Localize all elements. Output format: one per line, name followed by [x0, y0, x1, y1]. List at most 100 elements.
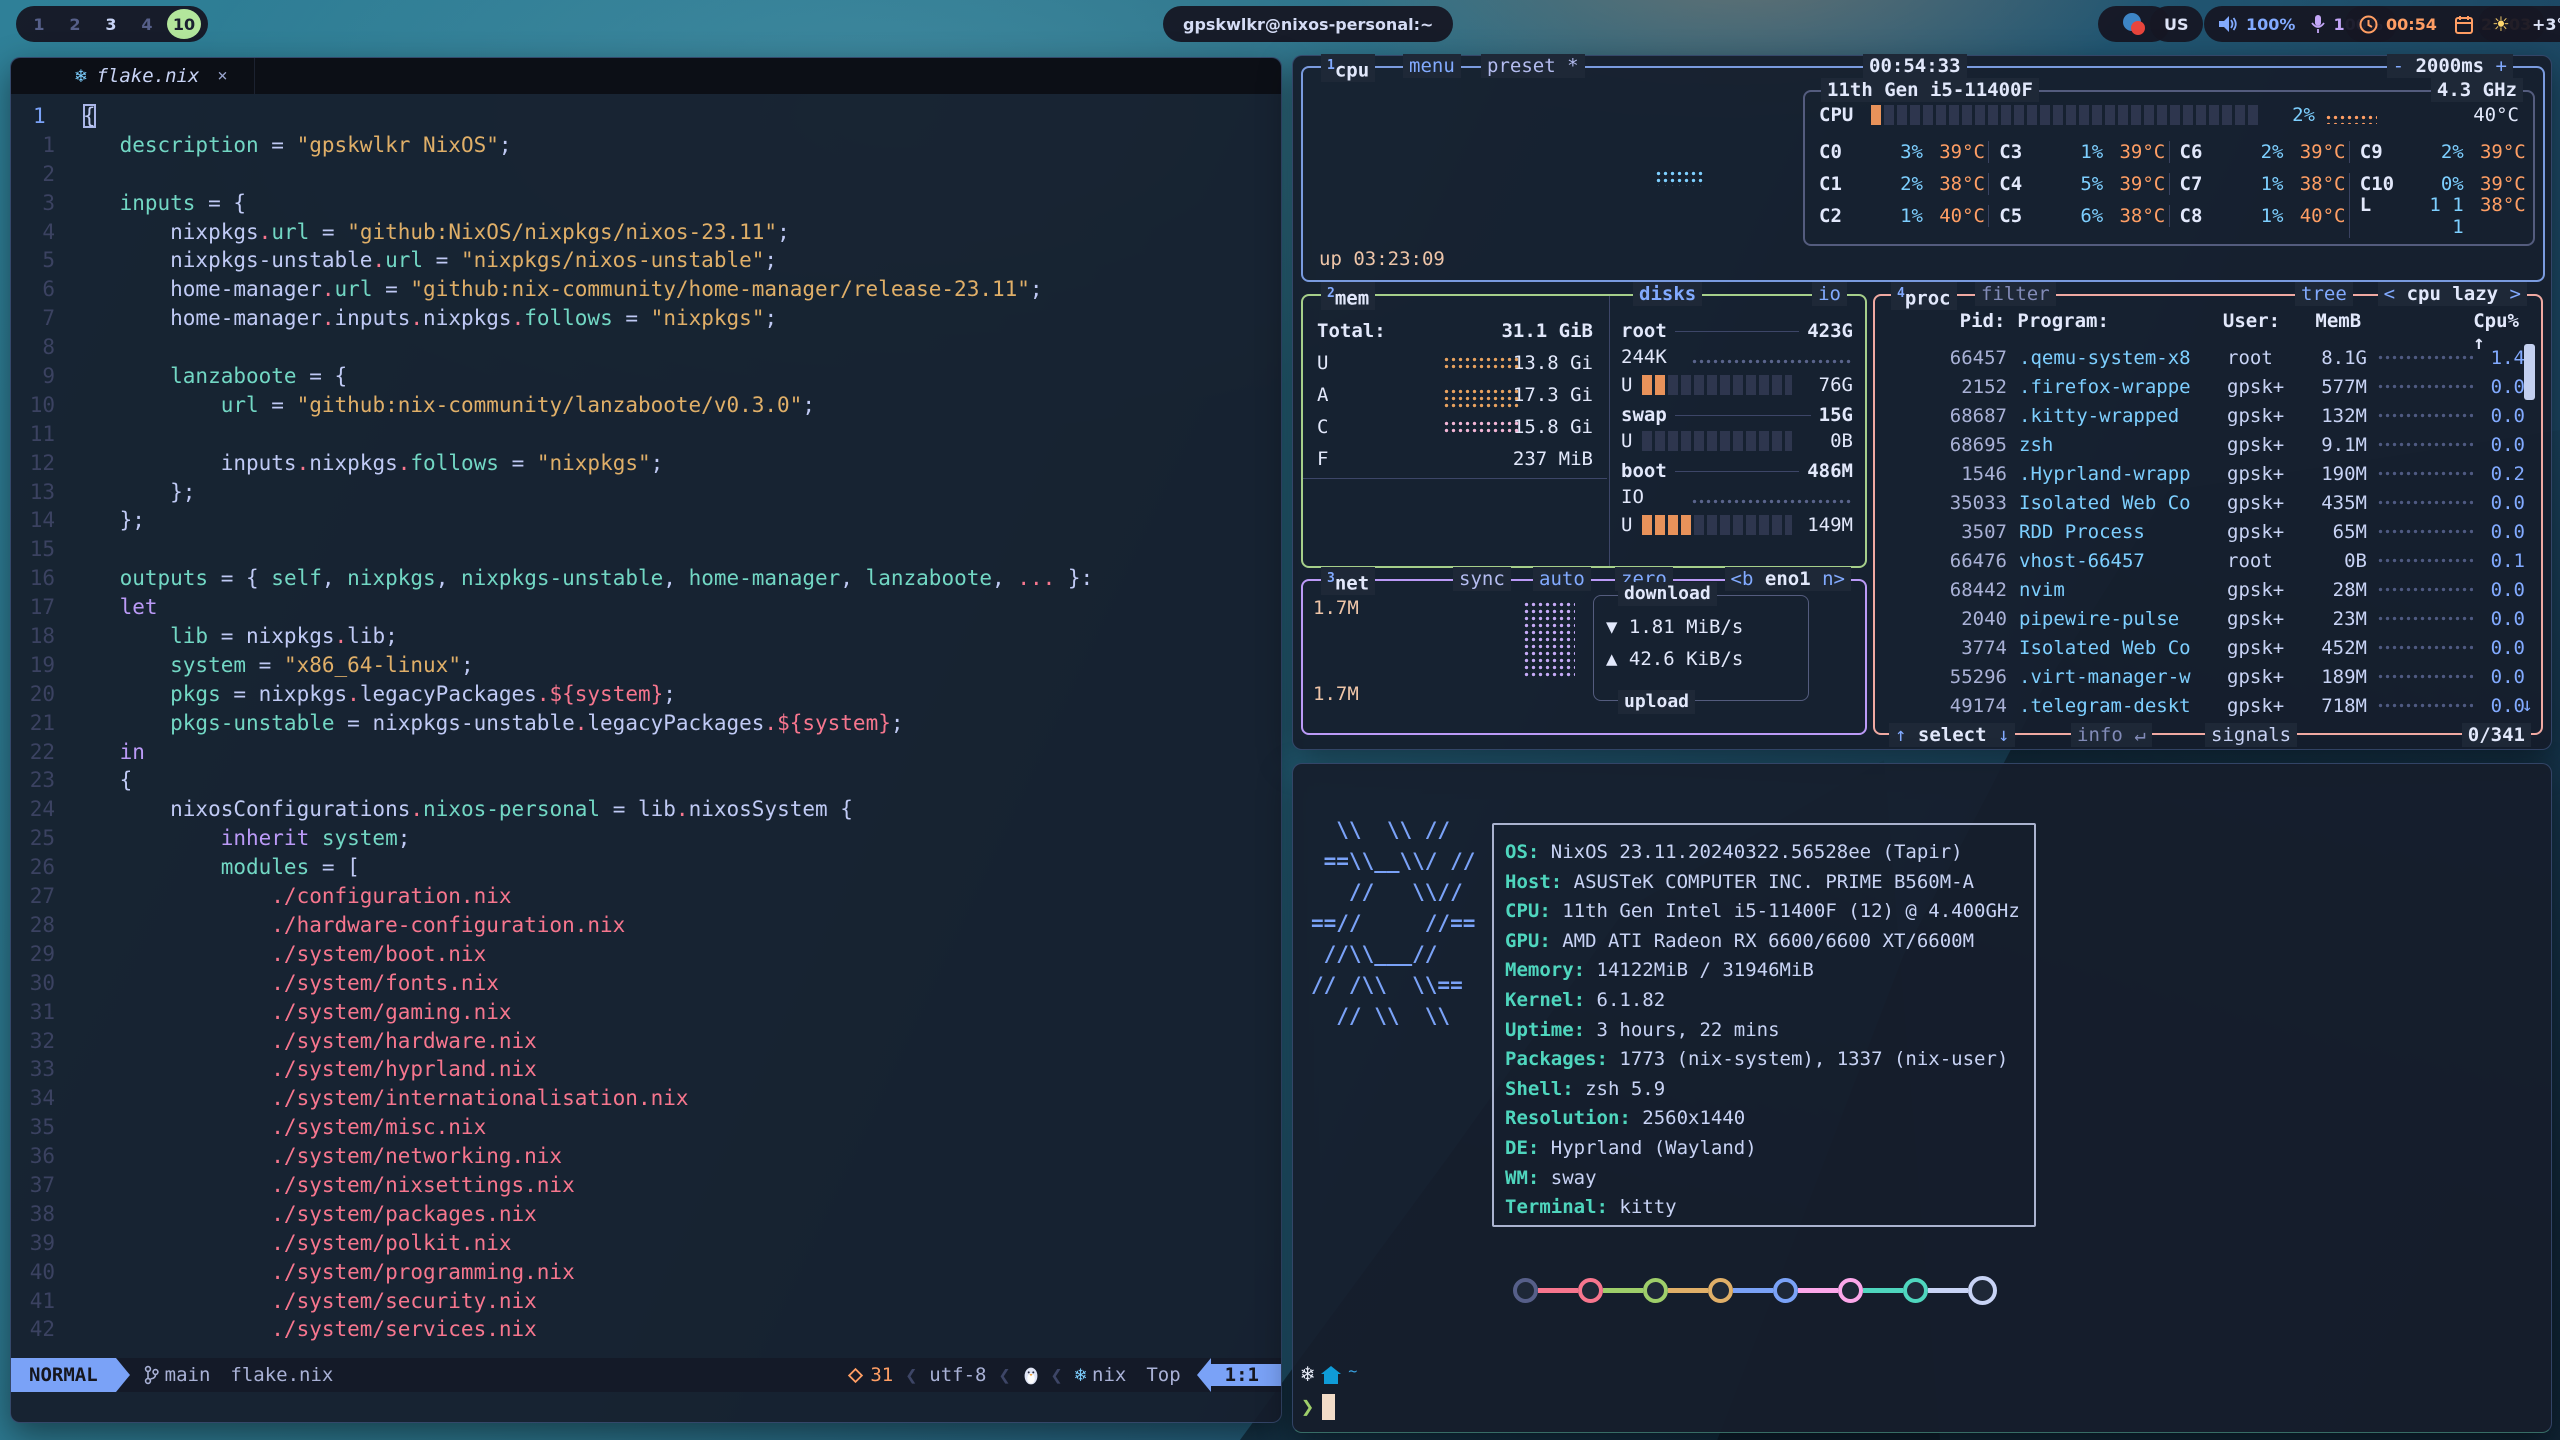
disks-io-toggle[interactable]: io — [1812, 282, 1847, 306]
fetch-info-list: OS: NixOS 23.11.20240322.56528ee (Tapir)… — [1505, 838, 2020, 1223]
proc-signals-hint[interactable]: signals — [2205, 723, 2297, 747]
line-content: in — [69, 738, 145, 767]
cpu-core-cell: C62%39°C — [2169, 141, 2349, 163]
disk-used-row: U149M — [1621, 512, 1853, 538]
mem-row-value: 15.8 Gi — [1513, 414, 1593, 440]
code-line: 22 in — [11, 738, 1281, 767]
line-number: 36 — [11, 1142, 55, 1171]
code-line: 29 ./system/boot.nix — [11, 940, 1281, 969]
proc-box-title[interactable]: 4proc — [1891, 282, 1957, 310]
line-number: 33 — [11, 1055, 55, 1084]
workspace-1[interactable]: 1 — [23, 15, 55, 34]
line-content: ./system/polkit.nix — [69, 1229, 512, 1258]
warning-count: 31 — [870, 1364, 893, 1386]
hostname-label: gpskwlkr@nixos-personal:~ — [1183, 15, 1433, 34]
line-number: 40 — [11, 1258, 55, 1287]
net-auto-button[interactable]: auto — [1533, 567, 1591, 591]
mem-row-label: A — [1317, 382, 1328, 408]
btop-net-box: 3net sync auto zero <b eno1 n> 1.7M 1.7M… — [1301, 579, 1867, 735]
net-interface-switcher[interactable]: <b eno1 n> — [1725, 567, 1851, 591]
shell-prompt-path: ❄ ~ — [1301, 1362, 1357, 1387]
proc-row[interactable]: 35033Isolated Web Cogpsk+435M0.0 — [1875, 489, 2541, 518]
editor-window: ❄ flake.nix × 1{1 description = "gpskwlk… — [10, 57, 1282, 1423]
proc-select-hint[interactable]: ↑ select ↓ — [1889, 723, 2015, 747]
shell-prompt-line[interactable]: ❯ — [1301, 1394, 1335, 1420]
proc-row[interactable]: 1546.Hyprland-wrappgpsk+190M0.2 — [1875, 460, 2541, 489]
line-number: 5 — [11, 246, 55, 275]
keyboard-layout-widget[interactable]: US — [2150, 6, 2203, 42]
powerline-separator — [1197, 1358, 1211, 1392]
code-line: 14 }; — [11, 506, 1281, 535]
tab-flake-nix[interactable]: ❄ flake.nix × — [11, 58, 255, 94]
code-line: 36 ./system/networking.nix — [11, 1142, 1281, 1171]
workspace-3[interactable]: 3 — [95, 15, 127, 34]
mem-usage-dots — [1443, 420, 1521, 434]
btop-preset-button[interactable]: preset * — [1481, 54, 1585, 78]
workspace-4[interactable]: 4 — [131, 15, 163, 34]
cpu-core-cell: C56%38°C — [1988, 205, 2168, 227]
line-number: 3 — [11, 189, 55, 218]
cpu-box-title[interactable]: 1cpu — [1321, 54, 1375, 82]
mem-box-title[interactable]: 2mem — [1321, 282, 1375, 310]
workspace-2[interactable]: 2 — [59, 15, 91, 34]
btop-window: 1cpu menu preset * 00:54:33 - 2000ms + 1… — [1292, 55, 2552, 750]
proc-row[interactable]: 2040pipewire-pulsegpsk+23M0.0 — [1875, 605, 2541, 634]
code-line: 4 nixpkgs.url = "github:NixOS/nixpkgs/ni… — [11, 218, 1281, 247]
statusbar-filename: flake.nix — [230, 1364, 333, 1386]
fetch-info-line: DE: Hyprland (Wayland) — [1505, 1134, 2020, 1164]
proc-tree-button[interactable]: tree — [2295, 282, 2353, 306]
proc-row[interactable]: 2152.firefox-wrappegpsk+577M0.0 — [1875, 373, 2541, 402]
uptime-label: up 03:23:09 — [1319, 246, 1445, 272]
proc-row[interactable]: 3507RDD Processgpsk+65M0.0 — [1875, 518, 2541, 547]
proc-row[interactable]: 55296.virt-manager-wgpsk+189M0.0 — [1875, 663, 2541, 692]
btop-menu-button[interactable]: menu — [1403, 54, 1461, 78]
disks-title[interactable]: disks — [1633, 282, 1702, 306]
proc-scroll-down-arrow[interactable]: ↓ — [2522, 692, 2533, 718]
proc-sort-switcher[interactable]: < cpu lazy > — [2378, 282, 2527, 306]
proc-scrollbar[interactable] — [2524, 344, 2535, 400]
btop-interval-control[interactable]: - 2000ms + — [2387, 54, 2513, 78]
net-sync-button[interactable]: sync — [1453, 567, 1511, 591]
code-line: 9 lanzaboote = { — [11, 362, 1281, 391]
btop-proc-box: 4proc filter tree < cpu lazy > Pid: Prog… — [1873, 294, 2543, 735]
line-number: 42 — [11, 1315, 55, 1344]
line-content: lanzaboote = { — [69, 362, 347, 391]
weather-widget[interactable]: ☀ +3° — [2478, 6, 2560, 42]
proc-row[interactable]: 66476vhost-66457root0B0.1 — [1875, 547, 2541, 576]
palette-dot — [1578, 1278, 1603, 1303]
palette-segment — [1798, 1288, 1838, 1293]
tab-close-icon[interactable]: × — [217, 66, 227, 86]
line-content: ./system/hardware.nix — [69, 1027, 537, 1056]
code-area[interactable]: 1{1 description = "gpskwlkr NixOS";23 in… — [11, 94, 1281, 1352]
line-number: 17 — [11, 593, 55, 622]
palette-dot — [1643, 1278, 1668, 1303]
proc-row[interactable]: 66457.qemu-system-x8root8.1G1.4 — [1875, 344, 2541, 373]
fetch-info-line: CPU: 11th Gen Intel i5-11400F (12) @ 4.4… — [1505, 897, 2020, 927]
line-content: ./system/packages.nix — [69, 1200, 537, 1229]
code-line: 32 ./system/hardware.nix — [11, 1027, 1281, 1056]
powerline-separator — [116, 1358, 130, 1392]
code-line: 39 ./system/polkit.nix — [11, 1229, 1281, 1258]
os-indicator — [1023, 1366, 1039, 1385]
net-box-title[interactable]: 3net — [1321, 567, 1375, 595]
fetch-info-line: Resolution: 2560x1440 — [1505, 1104, 2020, 1134]
encoding-label: utf-8 — [929, 1364, 986, 1386]
proc-row[interactable]: 68687.kitty-wrappedgpsk+132M0.0 — [1875, 402, 2541, 431]
proc-row[interactable]: 68695zshgpsk+9.1M0.0 — [1875, 431, 2541, 460]
proc-row[interactable]: 49174.telegram-desktgpsk+718M0.0 — [1875, 692, 2541, 721]
code-line: 41 ./system/security.nix — [11, 1287, 1281, 1316]
line-content: ./system/fonts.nix — [69, 969, 499, 998]
proc-row[interactable]: 3774Isolated Web Cogpsk+452M0.0 — [1875, 634, 2541, 663]
workspace-10[interactable]: 10 — [167, 9, 201, 39]
line-number: 32 — [11, 1027, 55, 1056]
net-download-speed: ▼ 1.81 MiB/s — [1606, 614, 1743, 640]
net-speed-box: download ▼ 1.81 MiB/s ▲ 42.6 KiB/s uploa… — [1593, 595, 1809, 701]
line-number: 37 — [11, 1171, 55, 1200]
net-download-graph — [1523, 601, 1575, 679]
mem-row-value: 13.8 Gi — [1513, 350, 1593, 376]
proc-row[interactable]: 68442nvimgpsk+28M0.0 — [1875, 576, 2541, 605]
proc-info-hint[interactable]: info ↵ — [2071, 723, 2152, 747]
volume-label: 100% — [2246, 15, 2295, 34]
proc-filter-button[interactable]: filter — [1975, 282, 2056, 306]
code-line: 18 lib = nixpkgs.lib; — [11, 622, 1281, 651]
